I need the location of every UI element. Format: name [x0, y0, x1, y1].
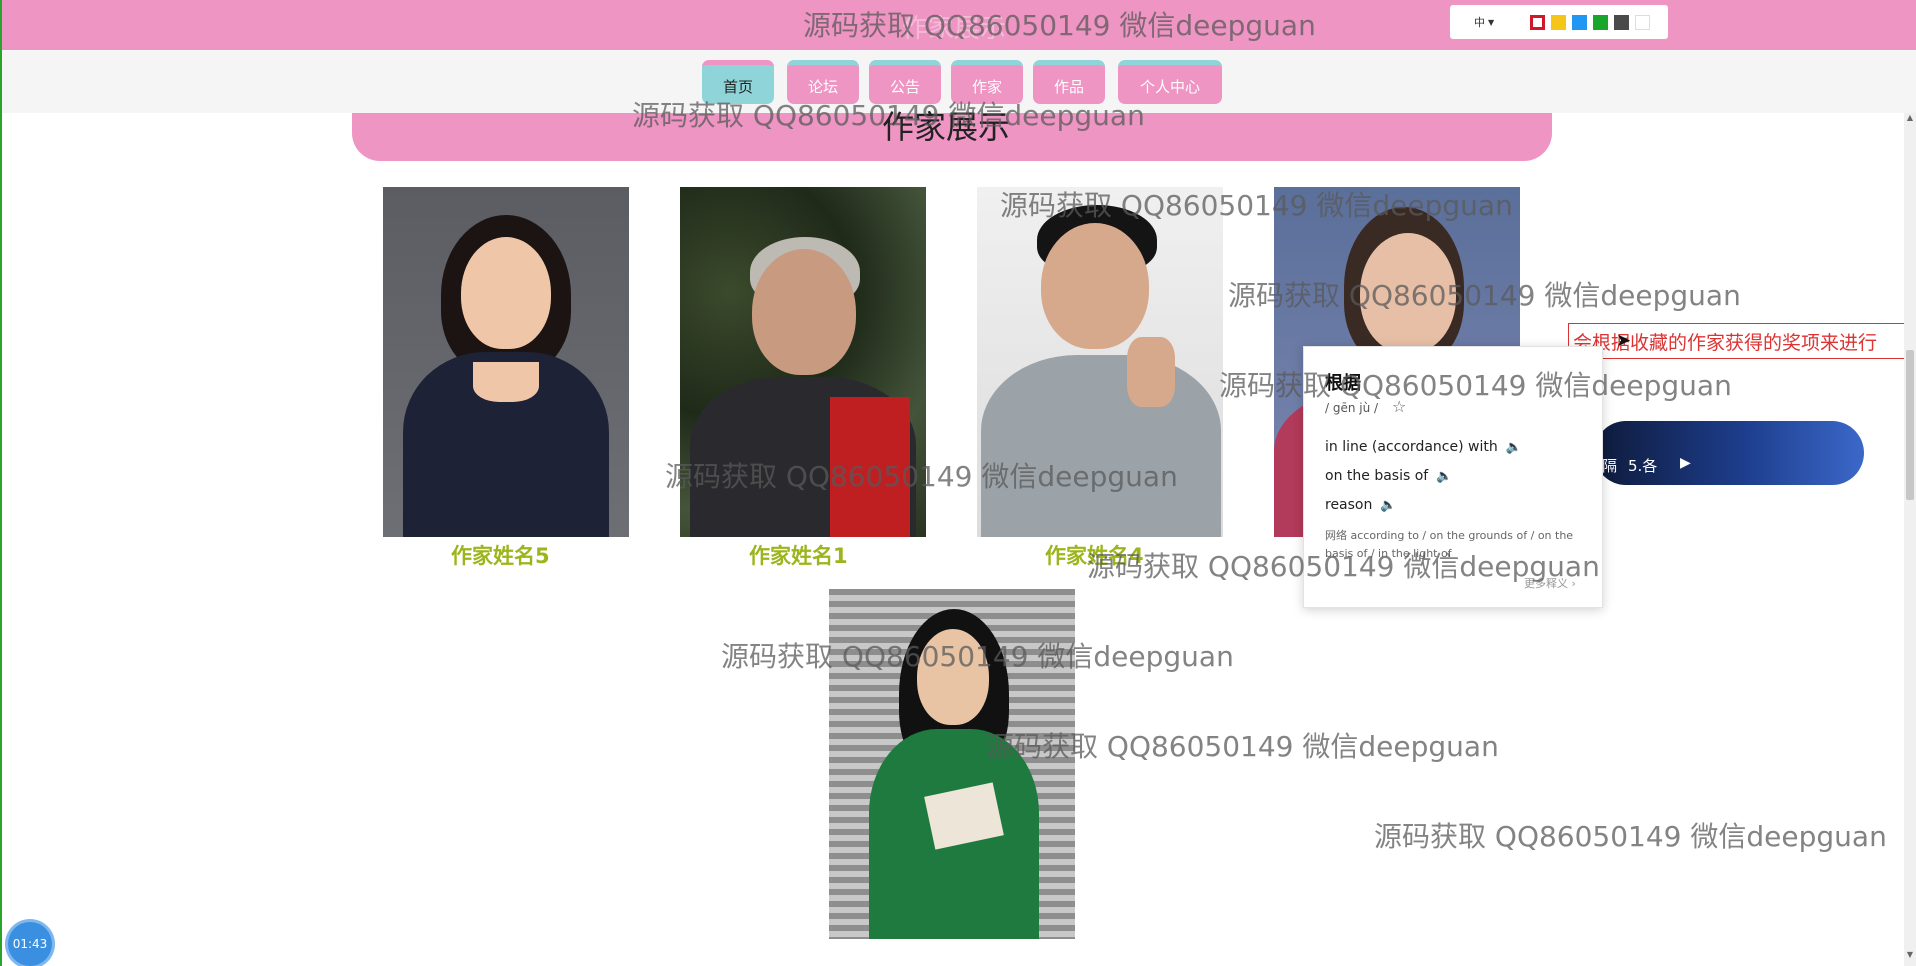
dict-web-definition: 网络 according to / on the grounds of / on…	[1325, 527, 1595, 563]
left-border	[0, 113, 2, 966]
speaker-icon[interactable]: 🔈	[1380, 498, 1396, 513]
nav-profile[interactable]: 个人中心	[1118, 60, 1222, 104]
nav-home[interactable]: 首页	[702, 60, 774, 104]
language-select[interactable]: 中 ▼	[1474, 14, 1524, 30]
speaker-icon[interactable]: 🔈	[1436, 469, 1452, 484]
dict-definition: on the basis of 🔈	[1325, 468, 1452, 484]
writer-photo[interactable]	[383, 187, 629, 537]
writer-card[interactable]	[977, 187, 1223, 537]
scroll-up-icon[interactable]: ▲	[1904, 113, 1916, 127]
writer-card[interactable]	[829, 589, 1075, 939]
dictionary-popup: 根据 / gēn jù / ☆ in line (accordance) wit…	[1303, 346, 1603, 608]
language-label: 中	[1474, 16, 1485, 29]
dict-word: 根据	[1325, 373, 1361, 394]
writer-name[interactable]: 作家姓名4	[1045, 540, 1144, 570]
writer-name[interactable]: 作家姓名5	[451, 540, 550, 570]
play-icon[interactable]: ▶	[1680, 455, 1691, 471]
nav-works[interactable]: 作品	[1033, 60, 1105, 104]
dict-web-label: 网络	[1325, 529, 1347, 542]
writer-name[interactable]: 作家姓名1	[749, 540, 848, 570]
star-icon[interactable]: ☆	[1392, 397, 1406, 416]
scrollbar[interactable]	[1904, 113, 1916, 966]
timer-badge[interactable]: 01:43	[8, 922, 52, 966]
theme-swatch-green[interactable]	[1593, 14, 1608, 30]
theme-swatch-red[interactable]	[1530, 14, 1545, 30]
dict-definition-text: on the basis of	[1325, 468, 1429, 484]
theme-swatch-blue[interactable]	[1572, 14, 1587, 30]
nav-writers-label: 作家	[971, 78, 1002, 96]
dict-web-text: according to / on the grounds of / on th…	[1325, 529, 1574, 560]
writer-photo[interactable]	[829, 589, 1075, 939]
dict-more-link[interactable]: 更多释义 ›	[1524, 575, 1576, 591]
dict-definition-text: reason	[1325, 497, 1373, 513]
dict-definition: reason 🔈	[1325, 497, 1397, 513]
section-title: 作家展示	[882, 108, 1011, 146]
player-track: 5.各	[1628, 457, 1658, 475]
chevron-down-icon: ▼	[1488, 17, 1495, 27]
theme-swatch-yellow[interactable]	[1551, 14, 1566, 30]
music-player[interactable]: 隔 5.各 ▶	[1594, 421, 1864, 485]
page: 作家展示 中 ▼ 首页 论坛 公告 作家 作品 个人中心 作家展示 作家姓名5 …	[0, 0, 1916, 966]
theme-swatch-gray[interactable]	[1614, 14, 1629, 30]
player-label: 隔	[1602, 457, 1618, 475]
cursor-icon: ➤	[1616, 330, 1632, 351]
nav-notice-label: 公告	[889, 78, 920, 96]
nav-notice[interactable]: 公告	[869, 60, 941, 104]
writer-photo[interactable]	[977, 187, 1223, 537]
writer-photo[interactable]	[680, 187, 926, 537]
dict-definition: in line (accordance) with 🔈	[1325, 439, 1522, 455]
watermark: 源码获取 QQ86050149 微信deepguan	[1374, 820, 1887, 853]
nav-home-label: 首页	[722, 78, 753, 96]
writer-card[interactable]	[680, 187, 926, 537]
nav-forum[interactable]: 论坛	[787, 60, 859, 104]
speaker-icon[interactable]: 🔈	[1506, 440, 1522, 455]
nav-profile-label: 个人中心	[1139, 78, 1200, 96]
theme-switcher: 中 ▼	[1450, 5, 1668, 39]
dict-pinyin: / gēn jù /	[1325, 401, 1379, 415]
top-bar: 作家展示 中 ▼	[0, 0, 1916, 50]
theme-swatch-white[interactable]	[1635, 14, 1650, 30]
nav-writers[interactable]: 作家	[951, 60, 1023, 104]
top-bar-ghost-title: 作家展示	[902, 14, 1007, 44]
scroll-down-icon[interactable]: ▼	[1904, 950, 1916, 964]
writer-card[interactable]	[383, 187, 629, 537]
scrollbar-thumb[interactable]	[1906, 350, 1914, 500]
nav-works-label: 作品	[1053, 78, 1084, 96]
dict-definition-text: in line (accordance) with	[1325, 439, 1498, 455]
nav-forum-label: 论坛	[807, 78, 838, 96]
